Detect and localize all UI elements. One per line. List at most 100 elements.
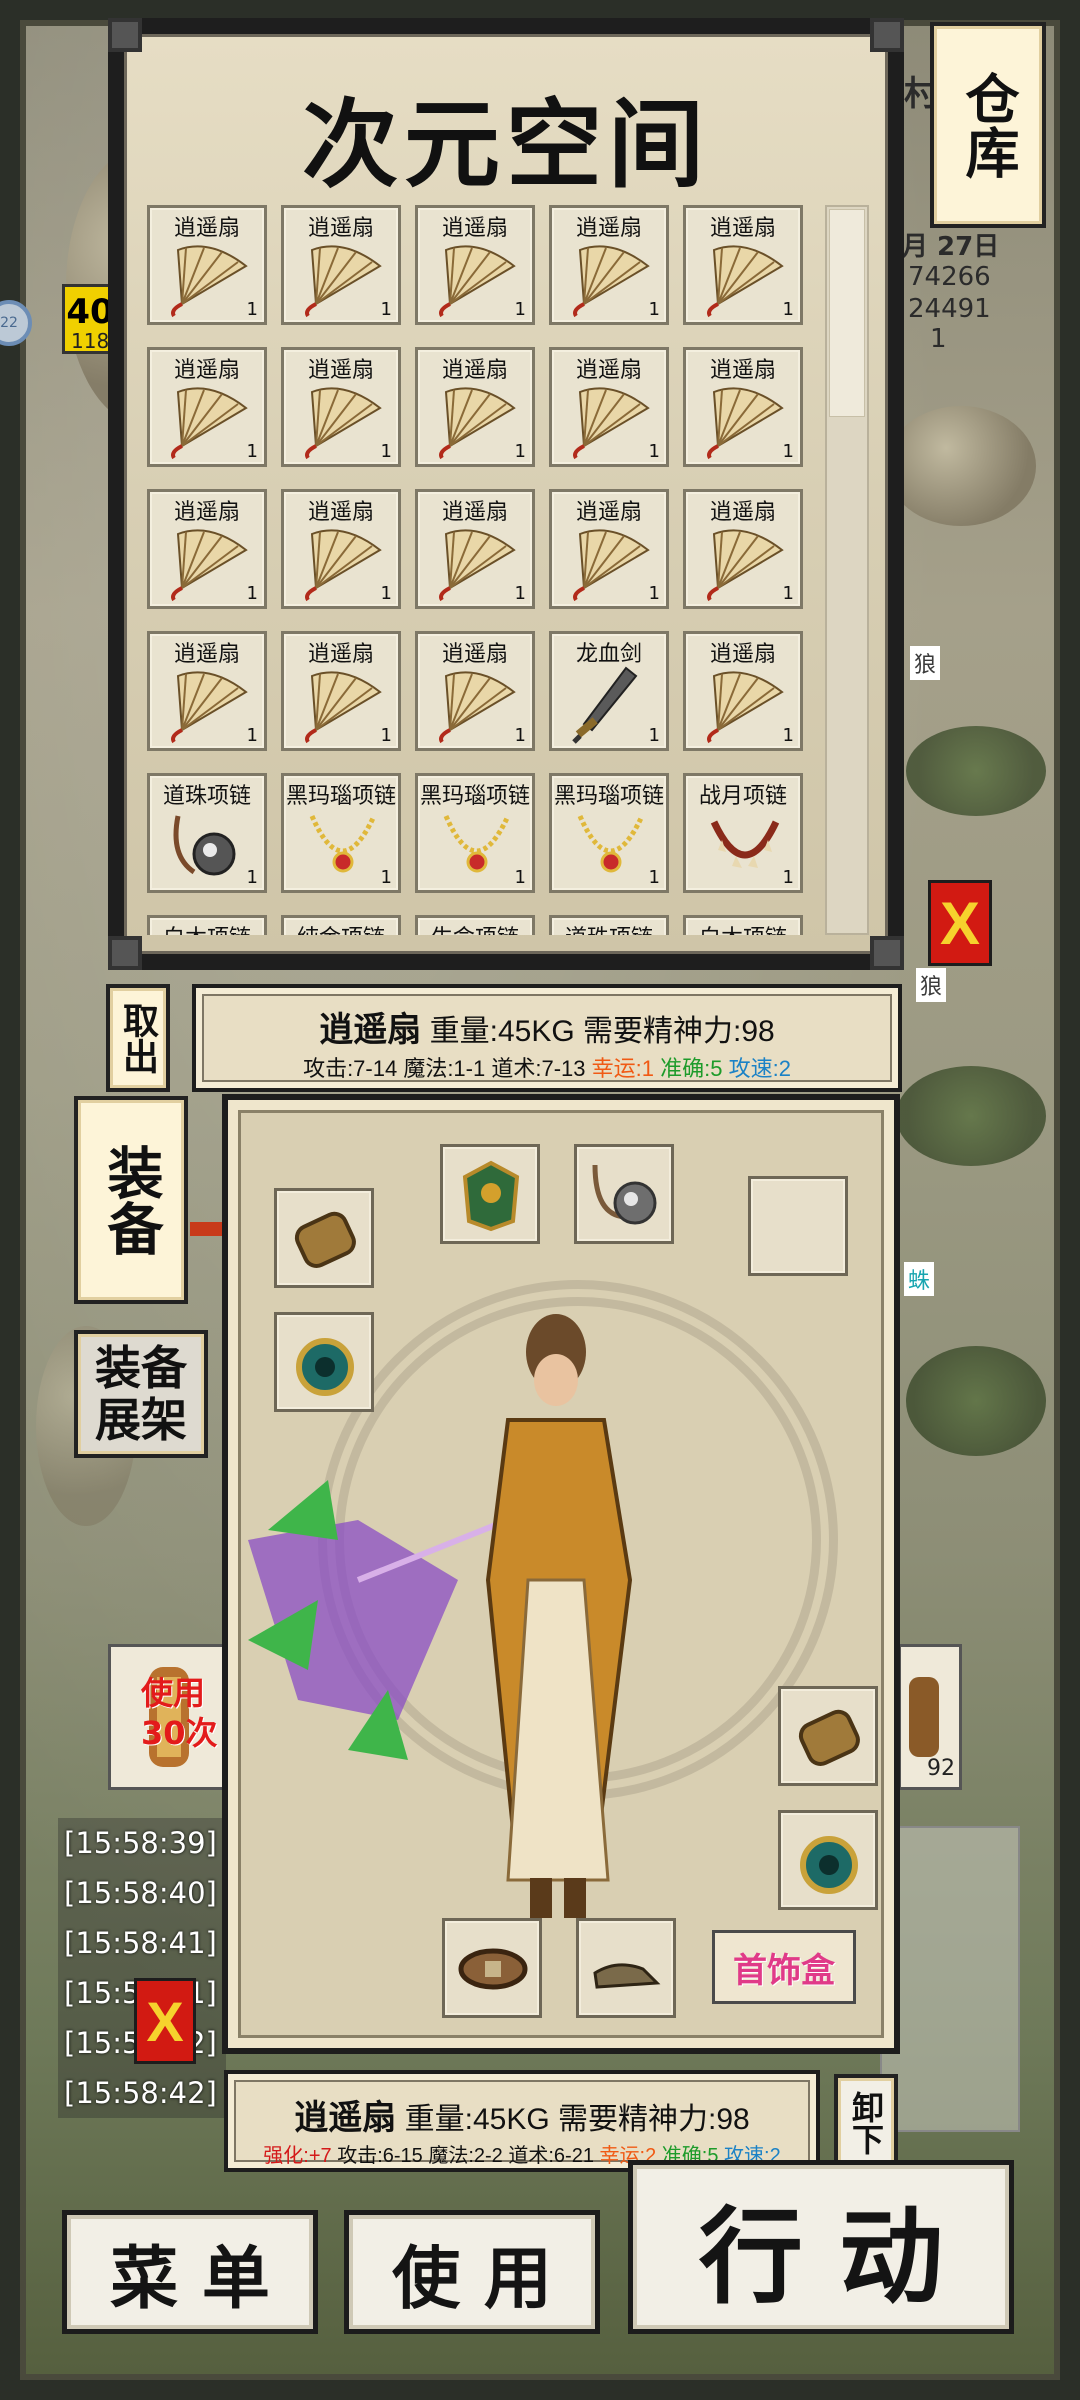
item-accuracy: 准确:5 — [660, 1056, 723, 1081]
storage-slot[interactable]: 逍遥扇 1 — [281, 489, 401, 609]
storage-slot[interactable]: 龙血剑 1 — [549, 631, 669, 751]
storage-slot[interactable]: 逍遥扇 1 — [281, 347, 401, 467]
boots-icon — [593, 1963, 661, 1989]
chat-log: [15:58:39][15:58:40][15:58:41][15:58:41]… — [58, 1818, 226, 2118]
fan-icon — [700, 664, 790, 744]
storage-slot[interactable]: 逍遥扇 1 — [683, 347, 803, 467]
storage-slot[interactable]: 逍遥扇 1 — [549, 489, 669, 609]
storage-slot[interactable]: 黑玛瑙项链 1 — [549, 773, 669, 893]
necklace-icon — [592, 1164, 657, 1225]
slot-item-count: 1 — [246, 583, 258, 604]
slot-item-count: 1 — [782, 867, 794, 888]
storage-slot[interactable]: 逍遥扇 1 — [549, 347, 669, 467]
slot-item-name: 白木项链 — [150, 920, 264, 935]
necklace-slot[interactable] — [574, 1144, 674, 1244]
scroll-thumb[interactable] — [829, 209, 865, 417]
quick-use-slot[interactable]: 使用30次 — [108, 1644, 226, 1790]
storage-slot[interactable]: 逍遥扇 1 — [147, 631, 267, 751]
slot-item-count: 1 — [380, 441, 392, 462]
storage-slot[interactable]: 白木项链 — [147, 915, 267, 935]
storage-slot[interactable]: 纯金项链 — [281, 915, 401, 935]
storage-slot[interactable]: 逍遥扇 1 — [549, 205, 669, 325]
use-button[interactable]: 使 用 — [344, 2210, 600, 2334]
helmet-icon — [462, 1160, 520, 1232]
storage-slot[interactable]: 白木项链 — [683, 915, 803, 935]
storage-slot[interactable]: 逍遥扇 1 — [415, 347, 535, 467]
item-enhance: 强化:+7 — [263, 2145, 332, 2167]
storage-slot[interactable]: 逍遥扇 1 — [147, 205, 267, 325]
stat-b: 24491 — [908, 294, 991, 324]
boots-slot[interactable] — [576, 1918, 676, 2018]
warehouse-button[interactable]: 仓库 — [930, 22, 1046, 228]
fan-icon — [566, 522, 656, 602]
slot-item-count: 1 — [380, 299, 392, 320]
bracelet-icon — [294, 1211, 356, 1268]
item-name: 逍遥扇 — [294, 2099, 397, 2137]
storage-slot[interactable]: 逍遥扇 1 — [415, 205, 535, 325]
slot-item-count: 1 — [648, 441, 660, 462]
menu-button[interactable]: 菜 单 — [62, 2210, 318, 2334]
storage-slot[interactable]: 战月项链 1 — [683, 773, 803, 893]
slot-item-count: 1 — [648, 867, 660, 888]
right-ring-slot[interactable] — [778, 1810, 878, 1910]
slot-item-count: 1 — [514, 867, 526, 888]
slot-item-count: 1 — [246, 725, 258, 746]
quick-slot-right[interactable]: 92 — [898, 1644, 962, 1790]
slot-item-count: 1 — [782, 583, 794, 604]
storage-slot[interactable]: 逍遥扇 1 — [415, 489, 535, 609]
chat-line: [15:58:41] — [58, 1918, 226, 1968]
storage-slot[interactable]: 逍遥扇 1 — [683, 489, 803, 609]
item-weight: 重量:45KG 需要精神力:98 — [421, 1015, 775, 1048]
slot-item-count: 1 — [648, 725, 660, 746]
unequip-button[interactable]: 卸下 — [834, 2074, 898, 2172]
storage-item-info: 逍遥扇 重量:45KG 需要精神力:98 攻击:7-14 魔法:1-1 道术:7… — [192, 984, 902, 1092]
helmet-slot[interactable] — [440, 1144, 540, 1244]
slot-item-name: 生命项链 — [418, 920, 532, 935]
character-avatar — [248, 1314, 633, 1918]
item-speed: 攻速:2 — [728, 1056, 791, 1081]
item-luck: 幸运:1 — [591, 1056, 654, 1081]
slot-item-name: 道珠项链 — [552, 920, 666, 935]
action-button[interactable]: 行 动 — [628, 2160, 1014, 2334]
item-stats: 攻击:6-15 魔法:2-2 道术:6-21 — [331, 2145, 600, 2167]
storage-slot[interactable]: 逍遥扇 1 — [281, 631, 401, 751]
chat-close-button[interactable]: X — [134, 1978, 196, 2064]
storage-close-button[interactable]: X — [928, 880, 992, 966]
storage-slot[interactable]: 逍遥扇 1 — [683, 631, 803, 751]
chat-line: [15:58:42] — [58, 2068, 226, 2118]
slot-item-count: 1 — [246, 867, 258, 888]
storage-slot[interactable]: 黑玛瑙项链 1 — [415, 773, 535, 893]
storage-slot[interactable]: 道珠项链 1 — [147, 773, 267, 893]
fan-icon — [432, 380, 522, 460]
right-bracelet-slot[interactable] — [778, 1686, 878, 1786]
fan-icon — [700, 522, 790, 602]
storage-slot[interactable]: 逍遥扇 1 — [281, 205, 401, 325]
fan-icon — [298, 664, 388, 744]
slot-item-name: 纯金项链 — [284, 920, 398, 935]
withdraw-button[interactable]: 取出 — [106, 984, 170, 1092]
belt-slot[interactable] — [442, 1918, 542, 2018]
fan-icon — [164, 380, 254, 460]
empty-slot[interactable] — [748, 1176, 848, 1276]
ring-icon — [800, 1836, 858, 1894]
storage-slot[interactable]: 道珠项链 — [549, 915, 669, 935]
slot-item-count: 1 — [648, 299, 660, 320]
storage-slot[interactable]: 逍遥扇 1 — [147, 489, 267, 609]
storage-slot[interactable]: 逍遥扇 1 — [683, 205, 803, 325]
equipment-button[interactable]: 装备 — [74, 1096, 188, 1304]
left-bracelet-slot[interactable] — [274, 1188, 374, 1288]
monster-name-tag: 狼 — [916, 968, 947, 1002]
fan-icon — [298, 522, 388, 602]
jewelry-box-button[interactable]: 首饰盒 — [712, 1930, 856, 2004]
storage-slot[interactable]: 生命项链 — [415, 915, 535, 935]
bead-necklace-icon — [164, 806, 254, 886]
equipment-shelf-button[interactable]: 装备展架 — [74, 1330, 208, 1458]
storage-slot[interactable]: 黑玛瑙项链 1 — [281, 773, 401, 893]
item-stats: 攻击:7-14 魔法:1-1 道术:7-13 — [303, 1056, 592, 1081]
storage-slot[interactable]: 逍遥扇 1 — [147, 347, 267, 467]
storage-slot[interactable]: 逍遥扇 1 — [415, 631, 535, 751]
fan-icon — [566, 380, 656, 460]
fan-icon — [164, 238, 254, 318]
storage-scrollbar[interactable] — [825, 205, 869, 935]
slot-item-count: 1 — [246, 299, 258, 320]
